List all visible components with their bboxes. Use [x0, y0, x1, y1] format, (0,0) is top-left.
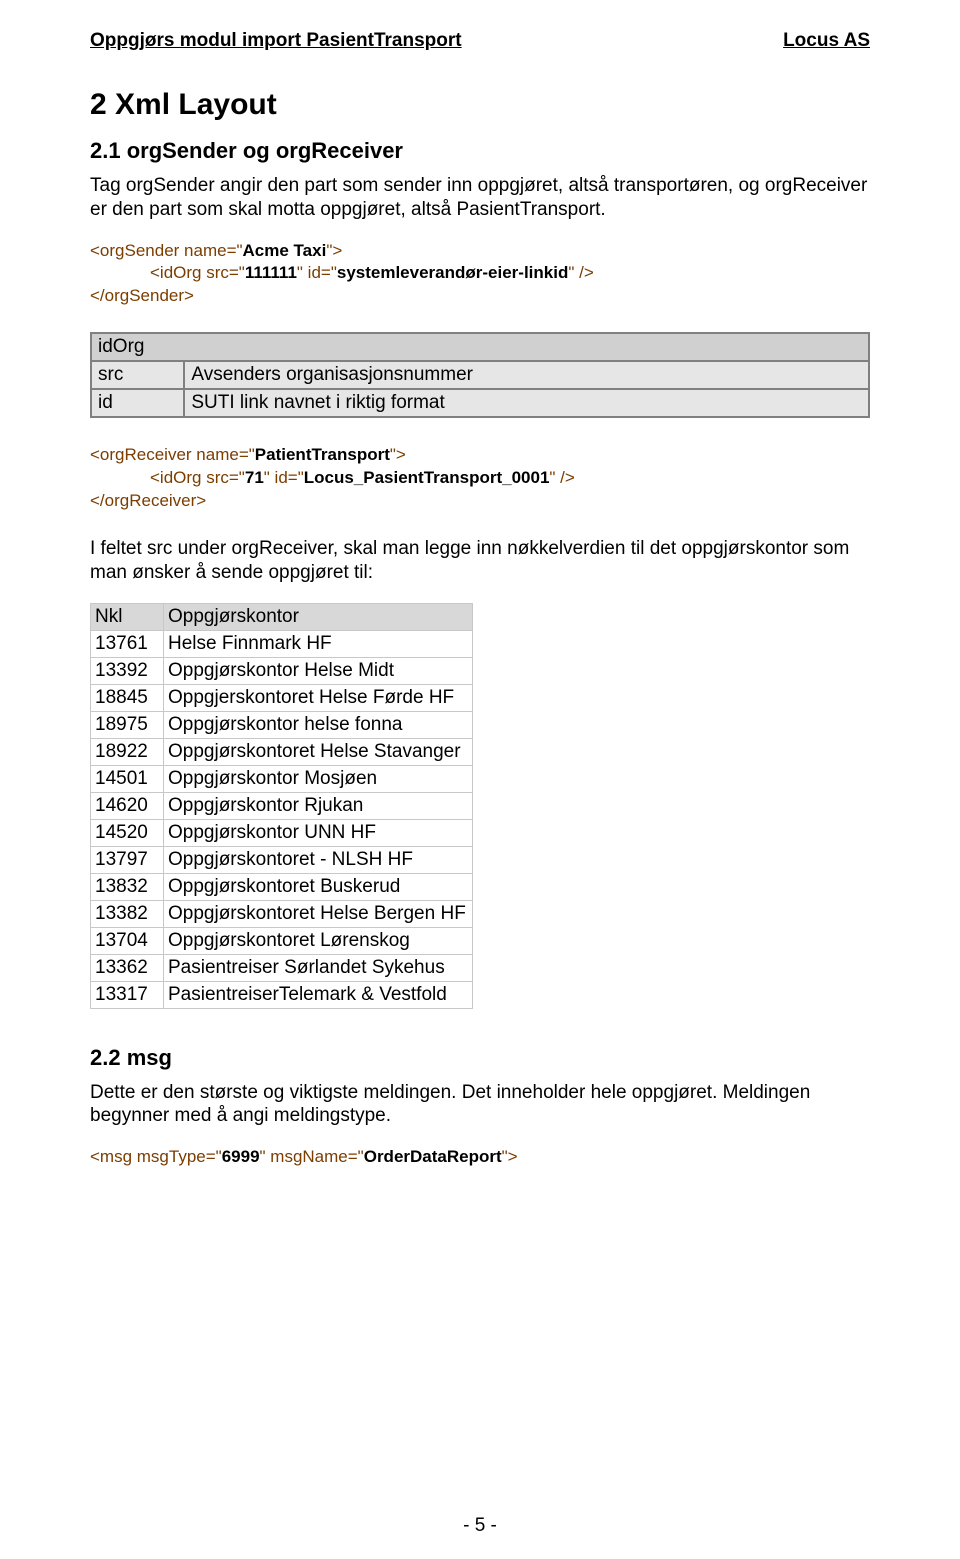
subsection-22-para: Dette er den største og viktigste meldin… — [90, 1081, 870, 1129]
xml-text: <idOrg src=" — [150, 468, 245, 487]
table-cell: Oppgjerskontoret Helse Førde HF — [164, 684, 473, 711]
table-cell: Oppgjørskontor Rjukan — [164, 792, 473, 819]
table-row: 18975Oppgjørskontor helse fonna — [91, 711, 473, 738]
header-right: Locus AS — [783, 30, 870, 52]
table-header-cell: Oppgjørskontor — [164, 603, 473, 630]
table-cell: 14501 — [91, 765, 164, 792]
table-row: 18845Oppgjerskontoret Helse Førde HF — [91, 684, 473, 711]
table-cell: Oppgjørskontoret - NLSH HF — [164, 846, 473, 873]
table-cell: 13761 — [91, 630, 164, 657]
table-cell: 18975 — [91, 711, 164, 738]
table-cell: Oppgjørskontor Helse Midt — [164, 657, 473, 684]
table-cell: Oppgjørskontoret Helse Stavanger — [164, 738, 473, 765]
xml-value: 111111 — [245, 263, 297, 282]
table-cell: Oppgjørskontoret Buskerud — [164, 873, 473, 900]
table-row: 13832Oppgjørskontoret Buskerud — [91, 873, 473, 900]
page: Oppgjørs modul import PasientTransport L… — [0, 0, 960, 1559]
table-row: 13362Pasientreiser Sørlandet Sykehus — [91, 954, 473, 981]
xml-snippet-orgreceiver: <orgReceiver name="PatientTransport"> <i… — [90, 444, 870, 513]
xml-text: " /> — [549, 468, 574, 487]
subsection-21-title: 2.1 orgSender og orgReceiver — [90, 138, 870, 164]
table-row: 13382Oppgjørskontoret Helse Bergen HF — [91, 900, 473, 927]
subsection-21-para: Tag orgSender angir den part som sender … — [90, 174, 870, 222]
xml-text: </orgSender> — [90, 286, 194, 305]
table-cell: 13704 — [91, 927, 164, 954]
xml-value: PatientTransport — [255, 445, 390, 464]
table-cell: 13362 — [91, 954, 164, 981]
table-cell: 13317 — [91, 981, 164, 1008]
table-row: 13761Helse Finnmark HF — [91, 630, 473, 657]
table-row: 13317PasientreiserTelemark & Vestfold — [91, 981, 473, 1008]
xml-text: "> — [390, 445, 406, 464]
table-row: 13797Oppgjørskontoret - NLSH HF — [91, 846, 473, 873]
param-table-idorg: idOrg src Avsenders organisasjonsnummer … — [90, 332, 870, 418]
xml-text: " id=" — [264, 468, 304, 487]
table-row: 13392Oppgjørskontor Helse Midt — [91, 657, 473, 684]
table-row: src Avsenders organisasjonsnummer — [91, 361, 869, 389]
xml-value: 6999 — [222, 1147, 260, 1166]
table-cell: 14520 — [91, 819, 164, 846]
xml-value: Locus_PasientTransport_0001 — [304, 468, 550, 487]
xml-value: OrderDataReport — [364, 1147, 502, 1166]
table-cell: 13382 — [91, 900, 164, 927]
nkl-table: Nkl Oppgjørskontor 13761Helse Finnmark H… — [90, 603, 473, 1009]
xml-value: systemleverandør-eier-linkid — [337, 263, 568, 282]
table-cell: Oppgjørskontoret Helse Bergen HF — [164, 900, 473, 927]
table-cell: Helse Finnmark HF — [164, 630, 473, 657]
header-left: Oppgjørs modul import PasientTransport — [90, 30, 462, 52]
table-cell: Oppgjørskontoret Lørenskog — [164, 927, 473, 954]
table-row: 14620Oppgjørskontor Rjukan — [91, 792, 473, 819]
xml-text: <msg msgType=" — [90, 1147, 222, 1166]
table-row: Nkl Oppgjørskontor — [91, 603, 473, 630]
xml-text: "> — [326, 241, 342, 260]
section-title: 2 Xml Layout — [90, 88, 870, 122]
table-cell: 13392 — [91, 657, 164, 684]
table-row: id SUTI link navnet i riktig format — [91, 389, 869, 417]
table-cell: 13797 — [91, 846, 164, 873]
xml-text: <idOrg src=" — [150, 263, 245, 282]
table-cell: PasientreiserTelemark & Vestfold — [164, 981, 473, 1008]
xml-text: " msgName=" — [260, 1147, 364, 1166]
table-cell: Oppgjørskontor helse fonna — [164, 711, 473, 738]
xml-value: 71 — [245, 468, 264, 487]
table-row: 13704Oppgjørskontoret Lørenskog — [91, 927, 473, 954]
xml-text: <orgSender name=" — [90, 241, 243, 260]
mid-para: I feltet src under orgReceiver, skal man… — [90, 537, 870, 585]
xml-text: " /> — [568, 263, 593, 282]
table-cell: 18845 — [91, 684, 164, 711]
table-cell: Oppgjørskontor UNN HF — [164, 819, 473, 846]
xml-text: "> — [502, 1147, 518, 1166]
table-row: 14520Oppgjørskontor UNN HF — [91, 819, 473, 846]
table-cell: SUTI link navnet i riktig format — [184, 389, 869, 417]
xml-value: Acme Taxi — [243, 241, 327, 260]
page-header: Oppgjørs modul import PasientTransport L… — [90, 30, 870, 52]
subsection-22-title: 2.2 msg — [90, 1045, 870, 1071]
table-cell: 14620 — [91, 792, 164, 819]
table-cell: Pasientreiser Sørlandet Sykehus — [164, 954, 473, 981]
page-number: - 5 - — [0, 1515, 960, 1537]
xml-text: " id=" — [297, 263, 337, 282]
table-cell: id — [91, 389, 184, 417]
table-row: 18922Oppgjørskontoret Helse Stavanger — [91, 738, 473, 765]
xml-snippet-orgsender: <orgSender name="Acme Taxi"> <idOrg src=… — [90, 240, 870, 309]
table-row: 14501Oppgjørskontor Mosjøen — [91, 765, 473, 792]
table-cell: 18922 — [91, 738, 164, 765]
table-header-cell: idOrg — [91, 333, 869, 361]
xml-text: <orgReceiver name=" — [90, 445, 255, 464]
xml-snippet-msg: <msg msgType="6999" msgName="OrderDataRe… — [90, 1146, 870, 1169]
table-header-cell: Nkl — [91, 603, 164, 630]
table-cell: 13832 — [91, 873, 164, 900]
table-cell: Avsenders organisasjonsnummer — [184, 361, 869, 389]
table-cell: Oppgjørskontor Mosjøen — [164, 765, 473, 792]
xml-text: </orgReceiver> — [90, 491, 206, 510]
table-row: idOrg — [91, 333, 869, 361]
table-cell: src — [91, 361, 184, 389]
